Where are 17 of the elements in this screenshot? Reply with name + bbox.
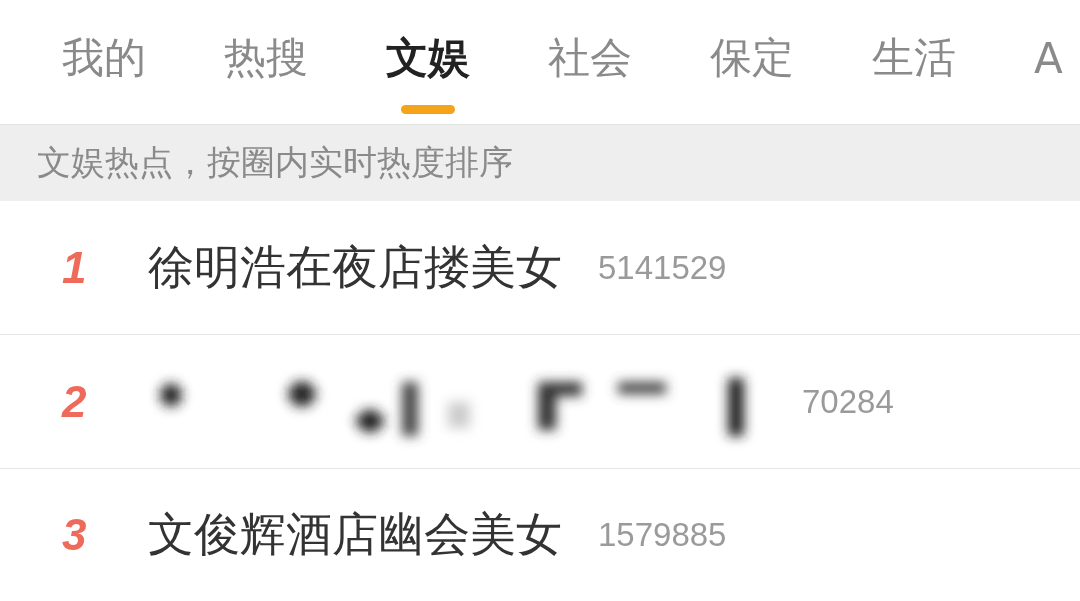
category-tab[interactable]: 生活 xyxy=(872,0,956,124)
category-tab[interactable]: A xyxy=(1034,0,1063,124)
category-tab[interactable]: 保定 xyxy=(710,0,794,124)
heat-count: 70284 xyxy=(802,382,894,421)
category-tab[interactable]: 热搜 xyxy=(224,0,308,124)
rank-number: 3 xyxy=(62,510,87,559)
hot-search-title[interactable]: 徐明浩在夜店搂美女 xyxy=(148,236,562,299)
rank-number: 1 xyxy=(62,242,87,292)
tab-underline xyxy=(401,105,455,114)
notice-text: 文娱热点，按圈内实时热度排序 xyxy=(37,141,513,184)
category-tab[interactable]: 文娱 xyxy=(386,0,470,124)
heat-count: 1579885 xyxy=(598,516,727,554)
category-tab[interactable]: 社会 xyxy=(548,0,632,124)
heat-count: 5141529 xyxy=(598,248,727,287)
hot-search-title[interactable]: 文俊辉酒店幽会美女 xyxy=(148,504,562,566)
category-tab[interactable]: 我的 xyxy=(62,0,146,124)
rank-number: 2 xyxy=(62,376,87,426)
